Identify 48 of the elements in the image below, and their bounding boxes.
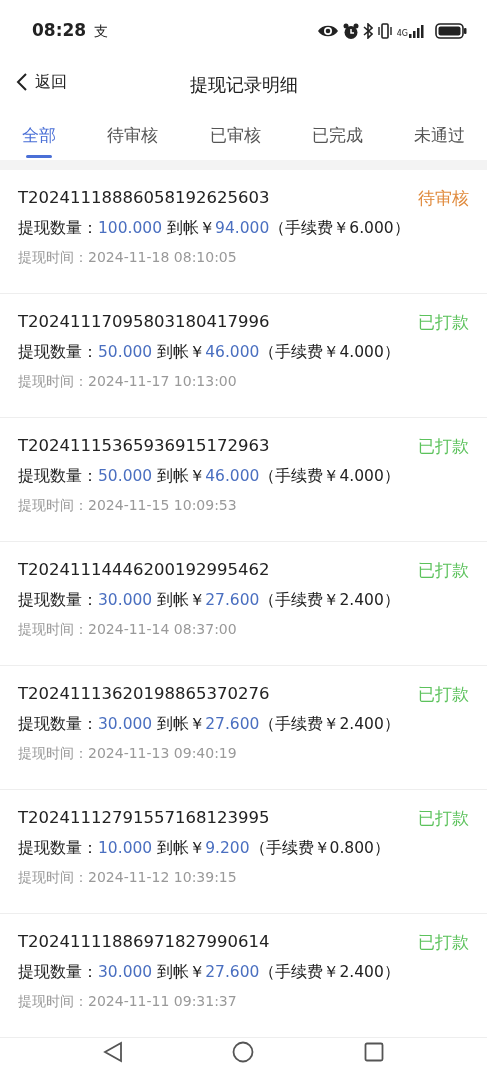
amount-line: 提现数量：10.000 到帐￥9.200（手续费￥0.800） bbox=[18, 837, 391, 859]
order-number: T20241111886971827990614 bbox=[18, 931, 270, 954]
withdrawal-time: 提现时间：2024-11-14 08:37:00 bbox=[18, 619, 238, 639]
amount-line: 提现数量：30.000 到帐￥27.600（手续费￥2.400） bbox=[18, 589, 401, 611]
vibrate-icon bbox=[376, 23, 393, 39]
status-label: 已打款 bbox=[418, 559, 469, 582]
withdrawal-time: 提现时间：2024-11-11 09:31:37 bbox=[18, 991, 238, 1011]
status-label: 已打款 bbox=[418, 807, 469, 830]
filter-tab[interactable]: 已完成 bbox=[297, 114, 377, 160]
signal-icon bbox=[409, 24, 425, 38]
alarm-icon bbox=[342, 22, 359, 40]
recents-nav-icon[interactable] bbox=[364, 1042, 385, 1062]
status-label: 已打款 bbox=[418, 435, 469, 458]
status-label: 待审核 bbox=[418, 187, 469, 210]
bluetooth-icon bbox=[362, 23, 373, 39]
status-label: 已打款 bbox=[418, 931, 469, 954]
order-number: T20241112791557168123995 bbox=[18, 807, 270, 830]
withdrawal-time: 提现时间：2024-11-13 09:40:19 bbox=[18, 743, 238, 763]
withdrawal-time: 提现时间：2024-11-15 10:09:53 bbox=[18, 495, 238, 515]
order-number: T20241113620198865370276 bbox=[18, 683, 270, 706]
filter-tab[interactable]: 已审核 bbox=[195, 114, 275, 160]
withdrawal-time: 提现时间：2024-11-12 10:39:15 bbox=[18, 867, 238, 887]
amount-line: 提现数量：100.000 到帐￥94.000（手续费￥6.000） bbox=[18, 217, 411, 239]
withdrawal-time: 提现时间：2024-11-17 10:13:00 bbox=[18, 371, 238, 391]
network-type: 4G bbox=[396, 29, 408, 38]
back-nav-icon[interactable] bbox=[102, 1041, 123, 1063]
page-title: 提现记录明细 bbox=[189, 72, 298, 97]
filter-tab[interactable]: 未通过 bbox=[400, 114, 479, 160]
home-nav-icon[interactable] bbox=[232, 1041, 255, 1063]
order-number: T20241118886058192625603 bbox=[18, 187, 270, 210]
filter-tab[interactable]: 待审核 bbox=[93, 114, 173, 160]
order-number: T20241115365936915172963 bbox=[18, 435, 270, 458]
back-button[interactable]: 返回 bbox=[16, 70, 67, 94]
clock-time: 08:28 bbox=[32, 19, 87, 43]
withdrawal-time: 提现时间：2024-11-18 08:10:05 bbox=[18, 247, 238, 267]
eye-icon bbox=[316, 24, 339, 38]
filter-tab[interactable]: 全部 bbox=[8, 114, 70, 160]
chevron-left-icon bbox=[16, 73, 27, 91]
amount-line: 提现数量：30.000 到帐￥27.600（手续费￥2.400） bbox=[18, 961, 401, 983]
amount-line: 提现数量：30.000 到帐￥27.600（手续费￥2.400） bbox=[18, 713, 401, 735]
order-number: T20241117095803180417996 bbox=[18, 311, 270, 334]
amount-line: 提现数量：50.000 到帐￥46.000（手续费￥4.000） bbox=[18, 465, 401, 487]
order-number: T20241114446200192995462 bbox=[18, 559, 270, 582]
status-label: 已打款 bbox=[418, 683, 469, 706]
battery-icon bbox=[435, 23, 467, 39]
status-label: 已打款 bbox=[418, 311, 469, 334]
notification-glyph: 支 bbox=[94, 21, 109, 41]
amount-line: 提现数量：50.000 到帐￥46.000（手续费￥4.000） bbox=[18, 341, 401, 363]
